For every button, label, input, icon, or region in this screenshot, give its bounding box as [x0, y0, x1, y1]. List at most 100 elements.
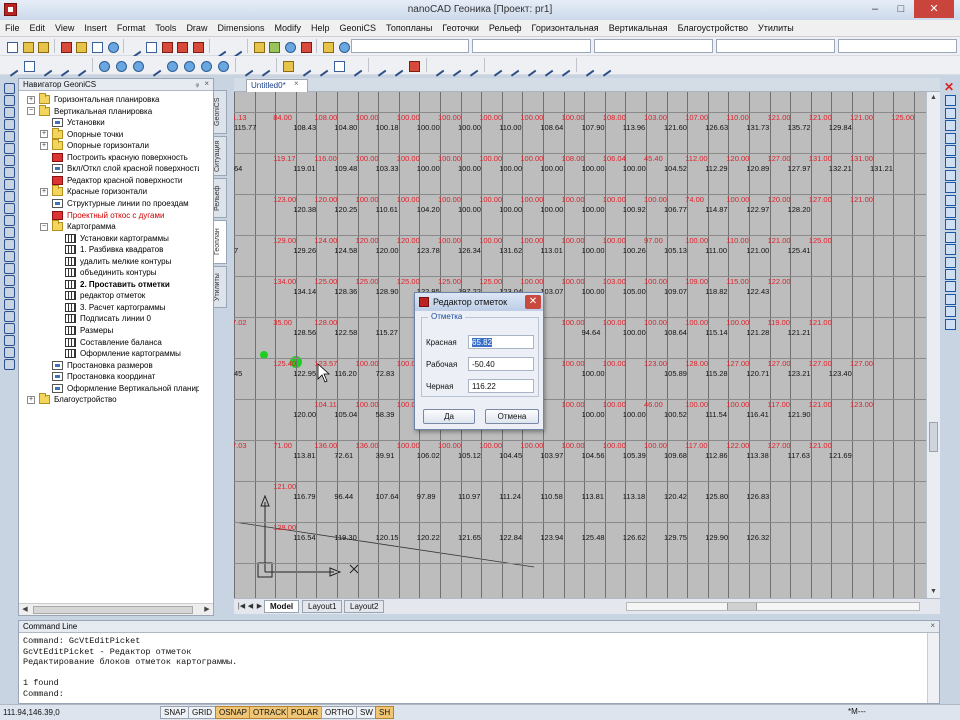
drawing-canvas[interactable]: 1.13 84.00 108.00 100.00 100.00 100.00 100.00 1…: [234, 92, 926, 598]
draw-tool-icon[interactable]: [3, 142, 15, 154]
menu-item-6[interactable]: Draw: [181, 23, 212, 33]
menu-item-3[interactable]: Insert: [79, 23, 112, 33]
menu-item-5[interactable]: Tools: [150, 23, 181, 33]
layout-nav-arrow-icon[interactable]: |◀: [237, 601, 246, 612]
close-icon[interactable]: ×: [930, 621, 935, 630]
menu-item-11[interactable]: Топопланы: [381, 23, 437, 33]
toolbar-tool-icon[interactable]: [298, 39, 313, 54]
tree-item[interactable]: Простановка размеров: [40, 360, 153, 371]
layout-nav-arrow-icon[interactable]: ▶: [255, 601, 264, 612]
draw-tool-icon[interactable]: [3, 262, 15, 274]
toolbar-tool-icon[interactable]: [190, 39, 205, 54]
tree-item[interactable]: + Красные горизонтали: [40, 185, 147, 197]
side-tab[interactable]: Рельеф: [213, 178, 227, 218]
draw-tool-icon[interactable]: [3, 310, 15, 322]
tree-item[interactable]: Оформление картограммы: [53, 348, 181, 359]
modify-tool-icon[interactable]: [944, 318, 956, 330]
pin-icon[interactable]: ᵩ: [195, 79, 199, 88]
toolbar-tool-icon[interactable]: [96, 58, 112, 73]
draw-tool-icon[interactable]: [3, 298, 15, 310]
toolbar-tool-icon[interactable]: [447, 58, 463, 73]
draw-tool-icon[interactable]: [3, 82, 15, 94]
toolbar-tool-icon[interactable]: [72, 58, 88, 73]
modify-tool-icon[interactable]: [944, 293, 956, 305]
expand-icon[interactable]: −: [40, 222, 48, 231]
tree-item[interactable]: Проектный откос с дугами: [40, 210, 164, 221]
toolbar-tool-icon[interactable]: [522, 58, 538, 73]
tree-item[interactable]: Простановка координат: [40, 371, 155, 382]
side-tab[interactable]: Утилиты: [213, 266, 227, 308]
toolbar-tool-icon[interactable]: [127, 39, 142, 54]
status-toggle-snap[interactable]: SNAP: [160, 706, 190, 719]
black-mark-input[interactable]: 116.22: [468, 379, 534, 393]
draw-tool-icon[interactable]: [3, 322, 15, 334]
toolbar-tool-icon[interactable]: [505, 58, 521, 73]
toolbar-tool-icon[interactable]: [556, 58, 572, 73]
toolbar-tool-icon[interactable]: [430, 58, 446, 73]
tree-item[interactable]: + Опорные горизонтали: [40, 139, 149, 151]
menu-item-4[interactable]: Format: [112, 23, 151, 33]
toolbar-tool-icon[interactable]: [251, 39, 266, 54]
layout-nav-arrow-icon[interactable]: ◀: [246, 601, 255, 612]
tree-item[interactable]: Построить красную поверхность: [40, 152, 188, 163]
scroll-left-icon[interactable]: ◀: [19, 604, 31, 616]
toolbar-tool-icon[interactable]: [228, 39, 243, 54]
toolbar-tool-icon[interactable]: [143, 39, 158, 54]
toolbar-tool-icon[interactable]: [239, 58, 255, 73]
toolbar-tool-icon[interactable]: [181, 58, 197, 73]
cancel-button[interactable]: Отмена: [485, 409, 539, 424]
navigator-hscroll[interactable]: ◀ ▶: [19, 603, 213, 615]
menu-item-16[interactable]: Благоустройство: [673, 23, 753, 33]
toolbar-tool-icon[interactable]: [38, 58, 54, 73]
modify-tool-icon[interactable]: [944, 107, 956, 119]
toolbar-tool-icon[interactable]: [280, 58, 296, 73]
toolbar-tool-icon[interactable]: [35, 39, 50, 54]
vscroll-thumb[interactable]: [929, 422, 938, 452]
toolbar-tool-icon[interactable]: [266, 39, 281, 54]
tree-item[interactable]: редактор отметок: [53, 290, 145, 301]
expand-icon[interactable]: −: [27, 107, 35, 116]
draw-tool-icon[interactable]: [3, 166, 15, 178]
modify-tool-icon[interactable]: [944, 280, 956, 293]
toolbar-tool-icon[interactable]: [159, 39, 174, 54]
scroll-right-icon[interactable]: ▶: [201, 604, 213, 616]
draw-tool-icon[interactable]: [3, 130, 15, 142]
expand-icon[interactable]: +: [27, 395, 35, 404]
status-toggle-ortho[interactable]: ORTHO: [321, 706, 358, 719]
toolbar-tool-icon[interactable]: [164, 58, 180, 73]
tree-item[interactable]: + Опорные точки: [40, 127, 123, 140]
menu-item-13[interactable]: Рельеф: [484, 23, 527, 33]
toolbar-tool-icon[interactable]: [113, 58, 129, 73]
modify-tool-icon[interactable]: [944, 156, 956, 169]
modify-tool-icon[interactable]: [944, 119, 956, 132]
draw-tool-icon[interactable]: [3, 106, 15, 118]
toolbar-tool-icon[interactable]: [130, 58, 146, 73]
tree-item[interactable]: + Благоустройство: [27, 393, 117, 405]
close-drawing-icon[interactable]: [944, 80, 956, 94]
working-mark-input[interactable]: -50.40: [468, 357, 534, 371]
status-toggle-osnap[interactable]: OSNAP: [215, 706, 252, 719]
canvas-vscroll[interactable]: ▲ ▼: [926, 92, 940, 598]
toolbar-tool-icon[interactable]: [198, 58, 214, 73]
status-toggle-sh[interactable]: SH: [375, 706, 395, 719]
toolbar-tool-icon[interactable]: [336, 39, 351, 54]
menu-item-14[interactable]: Горизонтальная: [527, 23, 604, 33]
modify-tool-icon[interactable]: [944, 206, 956, 218]
toolbar-tool-icon[interactable]: [105, 39, 120, 54]
draw-tool-icon[interactable]: [3, 178, 15, 190]
toolbar-tool-icon[interactable]: [20, 39, 35, 54]
toolbar-tool-icon[interactable]: [147, 58, 163, 73]
draw-tool-icon[interactable]: [3, 334, 15, 346]
toolbar-tool-icon[interactable]: [406, 58, 422, 73]
draw-tool-icon[interactable]: [3, 118, 15, 130]
draw-tool-icon[interactable]: [3, 274, 15, 286]
tree-item[interactable]: 2. Проставить отметки: [53, 279, 170, 290]
draw-tool-icon[interactable]: [3, 358, 15, 370]
modify-tool-icon[interactable]: [944, 268, 956, 280]
maximize-button[interactable]: □: [888, 0, 914, 18]
toolbar-combo[interactable]: [715, 39, 835, 53]
toolbar-tool-icon[interactable]: [58, 39, 73, 54]
draw-tool-icon[interactable]: [3, 238, 15, 250]
toolbar-tool-icon[interactable]: [331, 58, 347, 73]
tab-close-icon[interactable]: ×: [294, 79, 299, 88]
